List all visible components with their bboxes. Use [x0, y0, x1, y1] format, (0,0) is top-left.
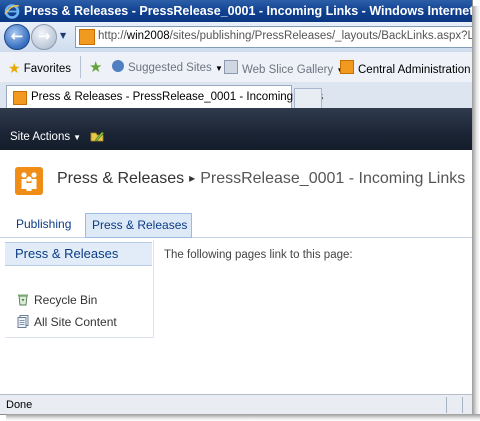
sharepoint-site-icon	[340, 60, 354, 74]
window-shadow-bottom	[6, 414, 480, 421]
address-input[interactable]: http://win2008/sites/publishing/PressRel…	[75, 26, 472, 48]
site-logo-icon[interactable]	[15, 167, 43, 195]
star-icon: ★	[8, 60, 21, 76]
sharepoint-favicon-icon	[79, 29, 95, 45]
web-slice-gallery-label: Web Slice Gallery	[242, 64, 334, 76]
browser-tab-label: Press & Releases - PressRelease_0001 - I…	[31, 91, 324, 103]
browser-tab-active[interactable]: Press & Releases - PressRelease_0001 - I…	[6, 85, 323, 108]
nav-tab-publishing[interactable]: Publishing	[16, 217, 71, 231]
suggested-sites-link[interactable]: Suggested Sites ▼	[112, 59, 223, 74]
favorites-label: Favorites	[23, 63, 72, 75]
site-content-icon	[17, 315, 29, 328]
url-host: win2008	[126, 30, 170, 42]
nav-tab-label: Press & Releases	[92, 218, 188, 232]
incoming-links-message: The following pages link to this page:	[164, 249, 353, 261]
breadcrumb-site-link[interactable]: Press & Releases	[57, 170, 184, 187]
arrow-left-icon: ←	[10, 27, 24, 45]
address-toolbar: ← → ▼ http://win2008/sites/publishing/Pr…	[0, 22, 472, 52]
history-dropdown-icon[interactable]: ▼	[60, 31, 66, 40]
quick-launch-header[interactable]: Press & Releases	[5, 242, 152, 266]
status-text: Done	[6, 399, 33, 411]
all-site-content-link[interactable]: All Site Content	[17, 315, 117, 329]
status-divider	[446, 397, 447, 413]
page-title: PressRelease_0001 - Incoming Links	[200, 170, 466, 187]
window-title: Press & Releases - PressRelease_0001 - I…	[24, 4, 472, 18]
site-actions-label: Site Actions	[10, 131, 71, 143]
forward-button[interactable]: →	[31, 24, 57, 50]
arrow-right-icon: →	[37, 27, 51, 45]
url-text: http://win2008/sites/publishing/PressRel…	[98, 30, 472, 42]
chevron-down-icon: ▼	[73, 133, 82, 142]
window-titlebar: Press & Releases - PressRelease_0001 - I…	[0, 0, 472, 22]
sharepoint-ribbon-bar: Site Actions ▼	[0, 108, 472, 150]
page-header: Press & Releases ▸ PressRelease_0001 - Inc…	[0, 150, 472, 210]
internet-explorer-icon	[4, 4, 20, 19]
breadcrumb-separator-icon: ▸	[189, 171, 196, 185]
suggested-sites-icon	[112, 60, 124, 72]
central-admin-link[interactable]: Central Administration	[340, 59, 471, 76]
all-site-content-label: All Site Content	[34, 315, 117, 329]
quick-launch: Press & Releases Recycle Bin All Site Co…	[5, 240, 154, 338]
top-navigation: Publishing Press & Releases	[0, 210, 472, 238]
site-actions-menu[interactable]: Site Actions ▼	[10, 131, 81, 143]
browser-tab-strip: Press & Releases - PressRelease_0001 - I…	[0, 82, 472, 109]
status-bar: Done	[0, 394, 472, 414]
breadcrumb: Press & Releases ▸ PressRelease_0001 - Inc…	[57, 170, 465, 188]
edit-page-icon[interactable]	[90, 130, 104, 142]
recycle-bin-icon	[18, 294, 28, 306]
recycle-bin-label: Recycle Bin	[34, 293, 98, 307]
chevron-down-icon: ▼	[214, 64, 223, 73]
window-shadow-right	[472, 6, 480, 421]
sharepoint-favicon-icon	[13, 91, 27, 105]
recycle-bin-link[interactable]: Recycle Bin	[17, 293, 97, 307]
quick-launch-header-label: Press & Releases	[15, 246, 119, 261]
central-admin-label: Central Administration	[358, 64, 471, 76]
web-slice-icon	[224, 60, 238, 74]
url-prefix: http://	[98, 30, 127, 42]
status-divider	[462, 397, 463, 413]
suggested-sites-label: Suggested Sites	[128, 62, 212, 74]
new-tab-button[interactable]	[294, 88, 322, 108]
favorites-separator	[80, 56, 81, 78]
add-favorite-icon[interactable]: ★	[89, 58, 102, 76]
favorites-button[interactable]: ★ Favorites	[8, 59, 71, 76]
web-slice-gallery-link[interactable]: Web Slice Gallery ▼	[224, 59, 344, 76]
back-button[interactable]: ←	[4, 24, 30, 50]
nav-tab-press-releases[interactable]: Press & Releases	[85, 213, 192, 238]
browser-window: Press & Releases - PressRelease_0001 - I…	[0, 0, 473, 415]
favorites-bar: ★ Favorites ★ Suggested Sites ▼ Web Slic…	[0, 52, 472, 83]
url-path: /sites/publishing/PressReleases/_layouts…	[169, 30, 472, 42]
